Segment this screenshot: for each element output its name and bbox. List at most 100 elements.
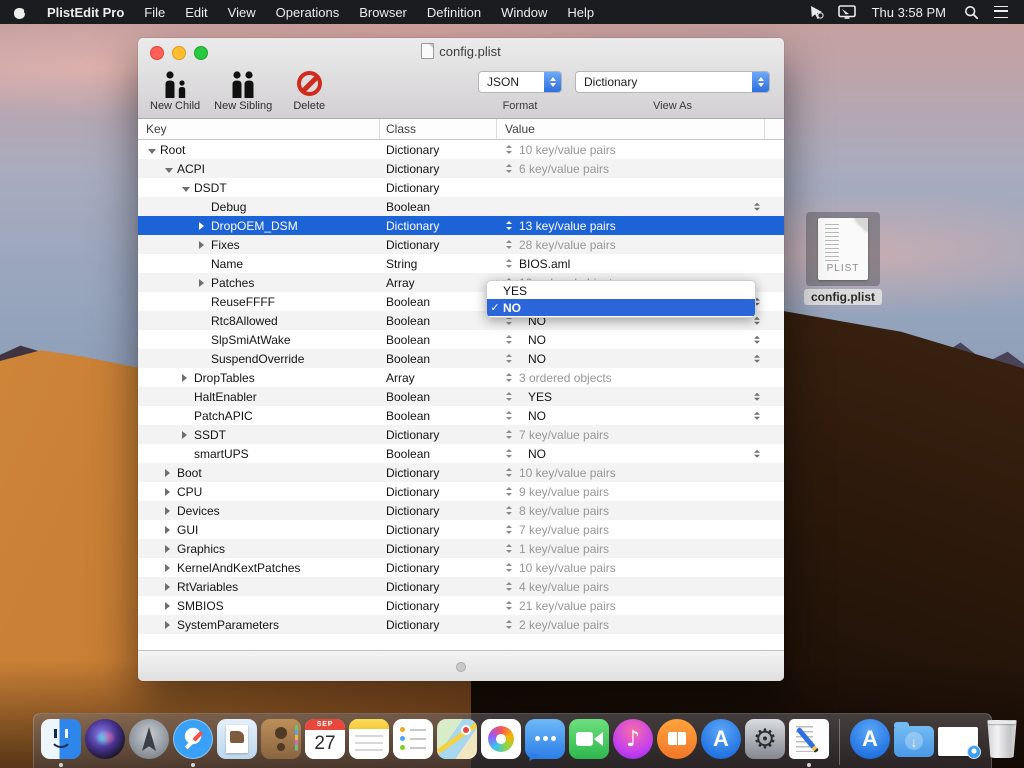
table-row-Fixes[interactable]: Fixes Dictionary 28 key/value pairs: [138, 235, 784, 254]
value-stepper-icon[interactable]: [506, 145, 512, 154]
remote-cursor-icon[interactable]: [804, 1, 830, 23]
table-row-Name[interactable]: Name String BIOS.aml: [138, 254, 784, 273]
close-button[interactable]: [150, 46, 164, 60]
disclosure-closed-icon[interactable]: [165, 580, 177, 594]
value-stepper-icon[interactable]: [506, 525, 512, 534]
disclosure-closed-icon[interactable]: [165, 523, 177, 537]
value-stepper-icon[interactable]: [506, 411, 512, 420]
disclosure-closed-icon[interactable]: [182, 428, 194, 442]
table-row-SMBIOS[interactable]: SMBIOS Dictionary 21 key/value pairs: [138, 596, 784, 615]
disclosure-open-icon[interactable]: [182, 181, 194, 195]
value-stepper-icon[interactable]: [506, 335, 512, 344]
disclosure-closed-icon[interactable]: [182, 371, 194, 385]
menu-browser[interactable]: Browser: [349, 5, 417, 20]
value-stepper-icon[interactable]: [506, 563, 512, 572]
value-stepper-icon[interactable]: [506, 601, 512, 610]
dock-item-contacts[interactable]: [260, 719, 302, 767]
table-row-KernelAndKextPatches[interactable]: KernelAndKextPatches Dictionary 10 key/val…: [138, 558, 784, 577]
table-row-SlpSmiAtWake[interactable]: SlpSmiAtWake Boolean NO: [138, 330, 784, 349]
screen-sharing-icon[interactable]: [834, 1, 860, 23]
menu-file[interactable]: File: [134, 5, 175, 20]
table-row-Devices[interactable]: Devices Dictionary 8 key/value pairs: [138, 501, 784, 520]
dock-item-reminders[interactable]: [392, 719, 434, 767]
value-stepper-icon[interactable]: [506, 430, 512, 439]
value-stepper-icon[interactable]: [506, 468, 512, 477]
table-row-Graphics[interactable]: Graphics Dictionary 1 key/value pairs: [138, 539, 784, 558]
desktop-file-config-plist[interactable]: PLIST config.plist: [804, 212, 882, 305]
boolean-popup-stepper-icon[interactable]: [754, 411, 760, 420]
dock-item-calendar[interactable]: SEP 27: [304, 719, 346, 767]
table-row-CPU[interactable]: CPU Dictionary 9 key/value pairs: [138, 482, 784, 501]
zoom-button[interactable]: [194, 46, 208, 60]
value-stepper-icon[interactable]: [506, 164, 512, 173]
dock-item-safari[interactable]: [172, 719, 214, 767]
table-row-Debug[interactable]: Debug Boolean: [138, 197, 784, 216]
boolean-popup-stepper-icon[interactable]: [754, 202, 760, 211]
dock-item-books[interactable]: [656, 719, 698, 767]
dock-item-siri[interactable]: [84, 719, 126, 767]
minimize-button[interactable]: [172, 46, 186, 60]
dock-item-notes[interactable]: [348, 719, 390, 767]
column-header-value[interactable]: Value: [497, 119, 765, 139]
menu-definition[interactable]: Definition: [417, 5, 491, 20]
dock-item-facetime[interactable]: [568, 719, 610, 767]
table-row-GUI[interactable]: GUI Dictionary 7 key/value pairs: [138, 520, 784, 539]
dock-item-messages[interactable]: [524, 719, 566, 767]
delete-button[interactable]: Delete: [286, 66, 332, 112]
dock-item-app-store[interactable]: A: [700, 719, 742, 767]
table-row-DSDT[interactable]: DSDT Dictionary: [138, 178, 784, 197]
menu-edit[interactable]: Edit: [175, 5, 217, 20]
apple-menu-icon[interactable]: [14, 6, 29, 19]
disclosure-closed-icon[interactable]: [199, 276, 211, 290]
view-as-select[interactable]: Dictionary: [575, 71, 770, 93]
boolean-popup-stepper-icon[interactable]: [754, 449, 760, 458]
format-select-stepper-icon[interactable]: [544, 72, 561, 92]
menu-view[interactable]: View: [218, 5, 266, 20]
table-row-SystemParameters[interactable]: SystemParameters Dictionary 2 key/value pa…: [138, 615, 784, 634]
table-row-RtVariables[interactable]: RtVariables Dictionary 4 key/value pairs: [138, 577, 784, 596]
table-row-Root[interactable]: Root Dictionary 10 key/value pairs: [138, 140, 784, 159]
notification-center-icon[interactable]: [988, 1, 1014, 23]
value-stepper-icon[interactable]: [506, 221, 512, 230]
new-child-button[interactable]: New Child: [150, 66, 200, 112]
table-row-PatchAPIC[interactable]: PatchAPIC Boolean NO: [138, 406, 784, 425]
dock-item-photos[interactable]: [480, 719, 522, 767]
dock-item-app-store-alias[interactable]: A: [849, 719, 891, 767]
menu-window[interactable]: Window: [491, 5, 557, 20]
dock-item-plistedit-pro[interactable]: [788, 719, 830, 767]
value-stepper-icon[interactable]: [506, 354, 512, 363]
disclosure-closed-icon[interactable]: [165, 561, 177, 575]
table-row-Boot[interactable]: Boot Dictionary 10 key/value pairs: [138, 463, 784, 482]
disclosure-closed-icon[interactable]: [165, 599, 177, 613]
table-row-ACPI[interactable]: ACPI Dictionary 6 key/value pairs: [138, 159, 784, 178]
dock-item-maps[interactable]: [436, 719, 478, 767]
disclosure-open-icon[interactable]: [165, 162, 177, 176]
column-header-key[interactable]: Key: [138, 119, 380, 139]
value-stepper-icon[interactable]: [506, 392, 512, 401]
dock-item-downloads-folder[interactable]: ↓: [893, 719, 935, 767]
value-stepper-icon[interactable]: [506, 449, 512, 458]
disclosure-closed-icon[interactable]: [165, 466, 177, 480]
disclosure-closed-icon[interactable]: [165, 618, 177, 632]
table-row-SuspendOverride[interactable]: SuspendOverride Boolean NO: [138, 349, 784, 368]
value-stepper-icon[interactable]: [506, 373, 512, 382]
disclosure-closed-icon[interactable]: [199, 219, 211, 233]
dock-item-minimized-window[interactable]: [937, 719, 981, 767]
boolean-popup-stepper-icon[interactable]: [754, 335, 760, 344]
disclosure-closed-icon[interactable]: [165, 542, 177, 556]
boolean-popup-stepper-icon[interactable]: [754, 316, 760, 325]
dock-item-finder[interactable]: [40, 719, 82, 767]
value-stepper-icon[interactable]: [506, 582, 512, 591]
disclosure-closed-icon[interactable]: [199, 238, 211, 252]
format-select[interactable]: JSON: [478, 71, 562, 93]
table-row-HaltEnabler[interactable]: HaltEnabler Boolean YES: [138, 387, 784, 406]
dock-item-itunes[interactable]: ♪: [612, 719, 654, 767]
menu-app-name[interactable]: PlistEdit Pro: [37, 5, 134, 20]
value-stepper-icon[interactable]: [506, 620, 512, 629]
table-row-SSDT[interactable]: SSDT Dictionary 7 key/value pairs: [138, 425, 784, 444]
window-chrome[interactable]: config.plist New Child New Sibling Delet…: [138, 38, 784, 119]
value-stepper-icon[interactable]: [506, 240, 512, 249]
dock-item-mail[interactable]: [216, 719, 258, 767]
table-row-DropOEM_DSM[interactable]: DropOEM_DSM Dictionary 13 key/value pairs: [138, 216, 784, 235]
menu-clock[interactable]: Thu 3:58 PM: [864, 5, 954, 20]
